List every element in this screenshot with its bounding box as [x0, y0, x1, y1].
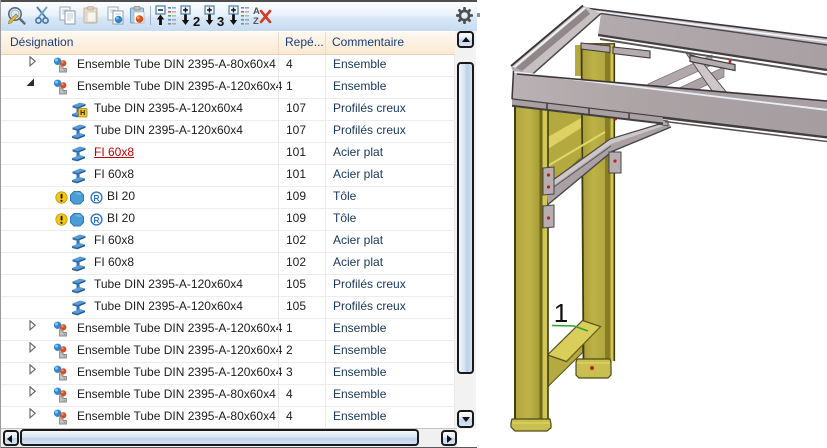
svg-text:H: H	[80, 110, 85, 117]
svg-text:R: R	[93, 215, 99, 225]
svg-text:R: R	[93, 193, 99, 203]
svg-text:Z: Z	[253, 16, 259, 27]
svg-text:1: 1	[554, 298, 568, 328]
svg-text:3: 3	[217, 14, 224, 27]
svg-text:2: 2	[193, 14, 200, 27]
